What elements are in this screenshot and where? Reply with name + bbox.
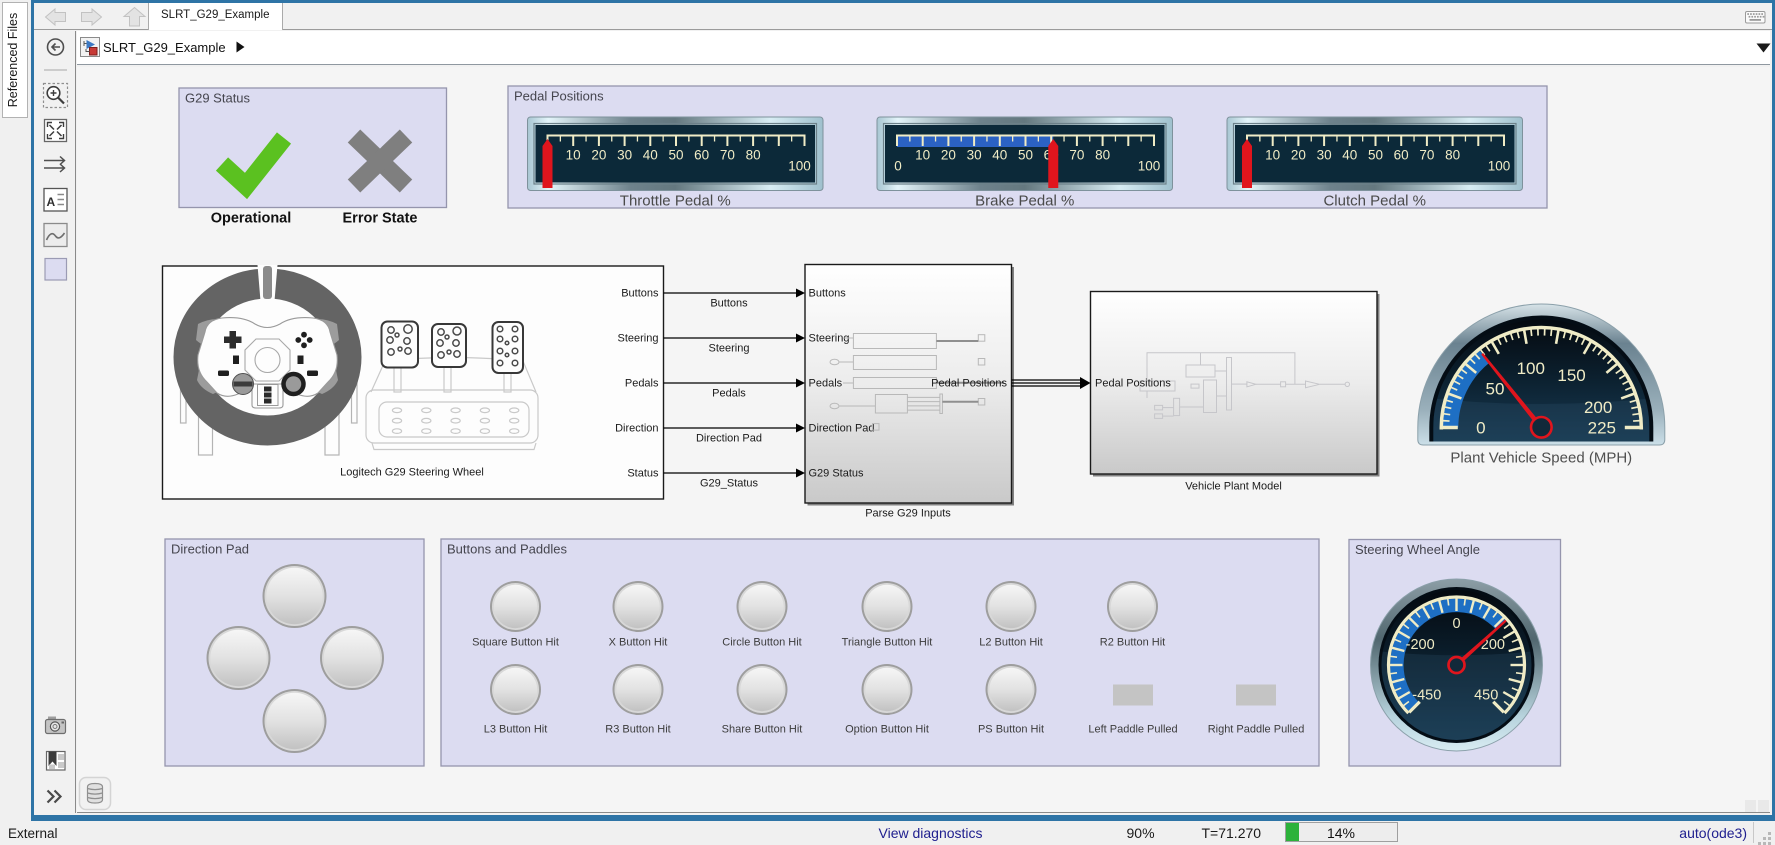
svg-text:70: 70 [1419,148,1434,163]
svg-text:80: 80 [1095,148,1110,163]
svg-text:150: 150 [1557,366,1585,385]
svg-text:10: 10 [915,148,930,163]
svg-text:20: 20 [1291,148,1306,163]
svg-text:Direction Pad: Direction Pad [171,542,249,557]
svg-text:50: 50 [668,148,683,163]
svg-text:50: 50 [1018,148,1033,163]
svg-text:100: 100 [788,159,811,174]
svg-text:Error State: Error State [343,211,418,227]
svg-text:70: 70 [720,148,735,163]
svg-text:30: 30 [967,148,982,163]
svg-text:40: 40 [992,148,1007,163]
svg-text:40: 40 [1342,148,1357,163]
svg-text:20: 20 [591,148,606,163]
svg-text:Direction Pad: Direction Pad [696,433,762,445]
svg-text:Buttons: Buttons [809,288,847,300]
svg-text:Buttons: Buttons [621,288,659,300]
svg-text:-200: -200 [1406,637,1435,653]
svg-text:100: 100 [1138,159,1161,174]
svg-text:Pedal Positions: Pedal Positions [514,89,604,104]
svg-text:Throttle Pedal %: Throttle Pedal % [620,193,731,210]
svg-text:60: 60 [1394,148,1409,163]
svg-text:Vehicle Plant Model: Vehicle Plant Model [1185,481,1282,493]
svg-text:40: 40 [643,148,658,163]
svg-text:200: 200 [1584,398,1612,417]
svg-text:G29 Status: G29 Status [185,91,251,106]
svg-text:Parse G29 Inputs: Parse G29 Inputs [865,508,951,520]
svg-text:Pedals: Pedals [809,378,843,390]
svg-text:Buttons: Buttons [710,298,748,310]
svg-text:0: 0 [1452,616,1460,632]
svg-text:100: 100 [1517,359,1545,378]
svg-text:Direction: Direction [615,423,658,435]
svg-text:0: 0 [894,159,902,174]
svg-text:450: 450 [1474,688,1498,704]
svg-text:Direction Pad: Direction Pad [809,423,875,435]
svg-text:G29_Status: G29_Status [700,478,759,490]
svg-text:0: 0 [1476,419,1485,438]
svg-text:Clutch Pedal %: Clutch Pedal % [1323,193,1426,210]
svg-text:Right Paddle Pulled: Right Paddle Pulled [1208,724,1305,736]
svg-text:L2 Button Hit: L2 Button Hit [979,637,1043,649]
svg-text:Pedals: Pedals [712,388,746,400]
svg-text:70: 70 [1069,148,1084,163]
svg-text:-450: -450 [1412,688,1441,704]
svg-text:30: 30 [1317,148,1332,163]
svg-text:X Button Hit: X Button Hit [609,637,668,649]
svg-text:Pedal Positions: Pedal Positions [931,378,1007,390]
svg-text:100: 100 [1488,159,1511,174]
svg-text:Plant Vehicle Speed (MPH): Plant Vehicle Speed (MPH) [1450,450,1632,467]
svg-text:Triangle Button Hit: Triangle Button Hit [842,637,933,649]
svg-text:L3 Button Hit: L3 Button Hit [484,724,548,736]
svg-text:Logitech G29 Steering Wheel: Logitech G29 Steering Wheel [340,467,484,479]
svg-text:A: A [47,195,56,209]
svg-text:Pedal Positions: Pedal Positions [1095,378,1171,390]
svg-text:225: 225 [1588,419,1616,438]
svg-text:Square Button Hit: Square Button Hit [472,637,559,649]
svg-text:Circle Button Hit: Circle Button Hit [722,637,801,649]
svg-text:Left Paddle Pulled: Left Paddle Pulled [1088,724,1177,736]
svg-text:G29 Status: G29 Status [809,468,865,480]
svg-text:Steering: Steering [618,333,659,345]
svg-text:30: 30 [617,148,632,163]
svg-text:10: 10 [1265,148,1280,163]
svg-text:Brake Pedal %: Brake Pedal % [975,193,1074,210]
svg-text:50: 50 [1485,380,1504,399]
svg-text:Share Button Hit: Share Button Hit [722,724,803,736]
svg-text:Buttons and Paddles: Buttons and Paddles [447,542,567,557]
svg-text:Pedals: Pedals [625,378,659,390]
svg-text:10: 10 [566,148,581,163]
svg-text:80: 80 [1445,148,1460,163]
svg-text:Option Button Hit: Option Button Hit [845,724,929,736]
svg-text:R2 Button Hit: R2 Button Hit [1100,637,1165,649]
svg-text:Status: Status [627,468,659,480]
svg-text:Steering Wheel Angle: Steering Wheel Angle [1355,542,1480,557]
svg-text:60: 60 [694,148,709,163]
svg-text:20: 20 [941,148,956,163]
svg-text:R3 Button Hit: R3 Button Hit [605,724,670,736]
svg-text:Operational: Operational [211,211,292,227]
svg-text:Steering: Steering [709,343,750,355]
svg-text:50: 50 [1368,148,1383,163]
svg-text:PS Button Hit: PS Button Hit [978,724,1044,736]
svg-text:80: 80 [746,148,761,163]
